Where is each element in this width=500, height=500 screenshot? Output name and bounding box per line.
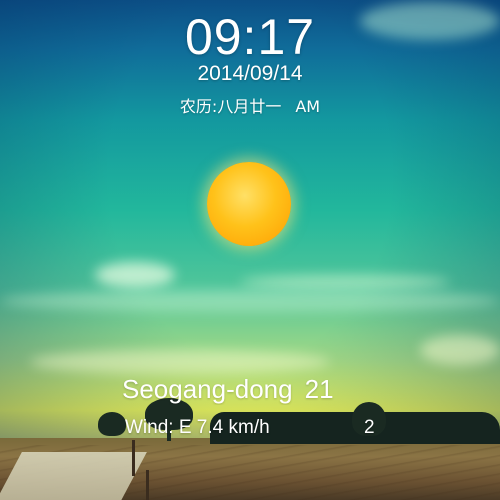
lunar-date: 农历:八月廿一 xyxy=(179,97,282,116)
wallpaper-tree xyxy=(98,412,126,436)
clock-time[interactable]: 09:17 xyxy=(0,8,500,66)
wallpaper-fence-post xyxy=(146,470,149,500)
wallpaper-cloud xyxy=(30,350,330,374)
weather-wind: Wind: E 7.4 km/h xyxy=(125,417,270,438)
clock-date: 2014/09/14 xyxy=(197,62,303,85)
weather-secondary-value: 2 xyxy=(364,417,375,438)
weather-location-row[interactable]: Seogang-dong 21 xyxy=(122,374,500,405)
lunar-date-row: 农历:八月廿一 AM xyxy=(0,93,500,117)
wallpaper-cloud xyxy=(0,290,500,312)
wallpaper-cloud xyxy=(95,262,175,288)
lock-screen: 09:17 2014/09/14 农历:八月廿一 AM Seogang-dong 2… xyxy=(0,0,500,500)
wallpaper-road xyxy=(0,452,147,500)
sun-icon[interactable] xyxy=(207,162,291,246)
weather-temperature: 21 xyxy=(304,374,334,404)
wallpaper-cloud xyxy=(420,335,500,365)
weather-location: Seogang-dong xyxy=(122,374,293,404)
wallpaper-cloud xyxy=(240,275,450,289)
wallpaper-fence-post xyxy=(132,440,135,476)
meridiem-label: AM xyxy=(295,97,321,116)
